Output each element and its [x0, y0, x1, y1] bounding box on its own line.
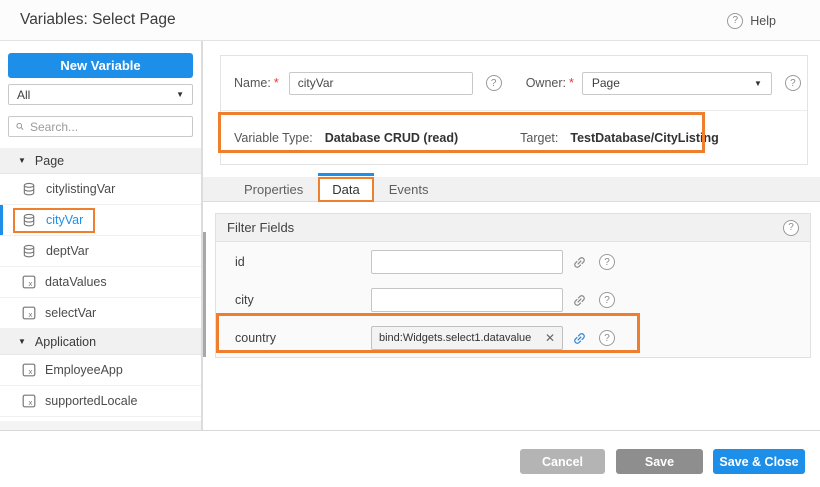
binding-expression: bind:Widgets.select1.datavalue [379, 332, 541, 344]
name-help-icon[interactable]: ? [486, 75, 502, 91]
model-variable-icon: x [22, 363, 36, 377]
svg-text:x: x [28, 280, 32, 288]
sidebar-item-supportedlocale[interactable]: x supportedLocale [0, 386, 201, 417]
list-item-label: cityVar [46, 213, 83, 227]
sidebar-item-datavalues[interactable]: x dataValues [0, 267, 201, 298]
tab-properties[interactable]: Properties [229, 177, 318, 202]
save-button[interactable]: Save [616, 449, 703, 474]
chevron-down-icon: ▼ [176, 90, 184, 99]
scrollbar[interactable] [203, 232, 206, 357]
cancel-button[interactable]: Cancel [520, 449, 605, 474]
list-item-label: selectVar [45, 306, 96, 320]
selection-highlight-box: cityVar [13, 208, 95, 233]
filter-fields-panel: Filter Fields ? id ? city ? cou [215, 213, 811, 358]
variable-type-value: Database CRUD (read) [325, 131, 458, 145]
bind-link-icon-active[interactable] [572, 331, 587, 346]
required-asterisk: * [274, 76, 279, 90]
field-help-icon[interactable]: ? [599, 292, 615, 308]
field-help-icon[interactable]: ? [599, 254, 615, 270]
sidebar-item-selectvar[interactable]: x selectVar [0, 298, 201, 329]
sidebar-bottom-spacer [0, 421, 201, 430]
help-button[interactable]: ? Help [727, 0, 776, 41]
name-owner-row: Name: * ? Owner: * Page ▼ ? [221, 56, 807, 110]
variable-search[interactable] [8, 116, 193, 137]
model-variable-icon: x [22, 275, 36, 289]
model-variable-icon: x [22, 306, 36, 320]
triangle-down-icon: ▼ [18, 337, 26, 346]
owner-value: Page [592, 76, 620, 90]
clear-binding-icon[interactable]: ✕ [545, 331, 555, 345]
svg-text:x: x [28, 399, 32, 407]
tree-section-label: Application [35, 335, 96, 349]
dialog-header: Variables: Select Page ? Help [0, 0, 820, 41]
variable-summary-panel: Name: * ? Owner: * Page ▼ ? Variable Typ… [220, 55, 808, 165]
variable-filter-value: All [17, 88, 30, 102]
list-item-label: supportedLocale [45, 394, 137, 408]
dialog-footer: Cancel Save Save & Close [0, 430, 820, 487]
page-title: Variables: Select Page [20, 11, 176, 29]
target-value: TestDatabase/CityListing [570, 131, 718, 145]
bind-link-icon[interactable] [572, 293, 587, 308]
sidebar-item-deptvar[interactable]: deptVar [0, 236, 201, 267]
filter-row-id: id ? [216, 244, 810, 280]
tree-section-application[interactable]: ▼ Application [0, 329, 201, 355]
chevron-down-icon: ▼ [754, 79, 762, 88]
filter-fields-title: Filter Fields [227, 220, 294, 235]
help-label: Help [750, 14, 776, 28]
sidebar-item-citylistingvar[interactable]: citylistingVar [0, 174, 201, 205]
required-asterisk: * [569, 76, 574, 90]
filter-row-city: city ? [216, 282, 810, 318]
variable-detail-pane: Name: * ? Owner: * Page ▼ ? Variable Typ… [203, 41, 820, 430]
variable-filter-dropdown[interactable]: All ▼ [8, 84, 193, 105]
new-variable-button[interactable]: New Variable [8, 53, 193, 78]
field-label: id [235, 255, 371, 269]
model-variable-icon: x [22, 394, 36, 408]
tab-data[interactable]: Data [318, 177, 373, 202]
filter-row-country: country bind:Widgets.select1.datavalue ✕… [216, 320, 810, 356]
list-item-label: citylistingVar [46, 182, 115, 196]
database-variable-icon [22, 244, 37, 259]
type-target-row: Variable Type: Database CRUD (read) Targ… [221, 110, 807, 164]
field-label: country [235, 331, 371, 345]
field-label: city [235, 293, 371, 307]
list-item-label: dataValues [45, 275, 107, 289]
help-icon: ? [727, 13, 743, 29]
owner-help-icon[interactable]: ? [785, 75, 801, 91]
svg-text:x: x [28, 368, 32, 376]
save-and-close-button[interactable]: Save & Close [713, 449, 805, 474]
filter-fields-header: Filter Fields ? [216, 214, 810, 242]
target-label: Target: [520, 131, 558, 145]
name-input[interactable] [289, 72, 473, 95]
triangle-down-icon: ▼ [18, 156, 26, 165]
owner-select[interactable]: Page ▼ [582, 72, 772, 95]
field-help-icon[interactable]: ? [599, 330, 615, 346]
country-binding-field[interactable]: bind:Widgets.select1.datavalue ✕ [371, 326, 563, 350]
list-item-label: EmployeeApp [45, 363, 123, 377]
id-field-input[interactable] [371, 250, 563, 274]
bind-link-icon[interactable] [572, 255, 587, 270]
city-field-input[interactable] [371, 288, 563, 312]
svg-text:x: x [28, 311, 32, 319]
detail-tabs: Properties Data Events [203, 171, 820, 202]
search-icon [16, 120, 24, 133]
variables-sidebar: New Variable All ▼ ▼ Page citylistingVar [0, 41, 203, 430]
variables-tree: ▼ Page citylistingVar cityVar [0, 148, 201, 417]
sidebar-item-cityvar[interactable]: cityVar [0, 205, 201, 236]
list-item-label: deptVar [46, 244, 89, 258]
database-variable-icon [22, 213, 37, 228]
tree-section-label: Page [35, 154, 64, 168]
tab-events[interactable]: Events [374, 177, 444, 202]
variables-dialog: Variables: Select Page ? Help New Variab… [0, 0, 820, 487]
sidebar-item-employeeapp[interactable]: x EmployeeApp [0, 355, 201, 386]
name-label: Name: [234, 76, 271, 90]
owner-label: Owner: [526, 76, 566, 90]
filter-fields-help-icon[interactable]: ? [783, 220, 799, 236]
variable-type-label: Variable Type: [234, 131, 313, 145]
database-variable-icon [22, 182, 37, 197]
tree-section-page[interactable]: ▼ Page [0, 148, 201, 174]
search-input[interactable] [30, 120, 185, 134]
